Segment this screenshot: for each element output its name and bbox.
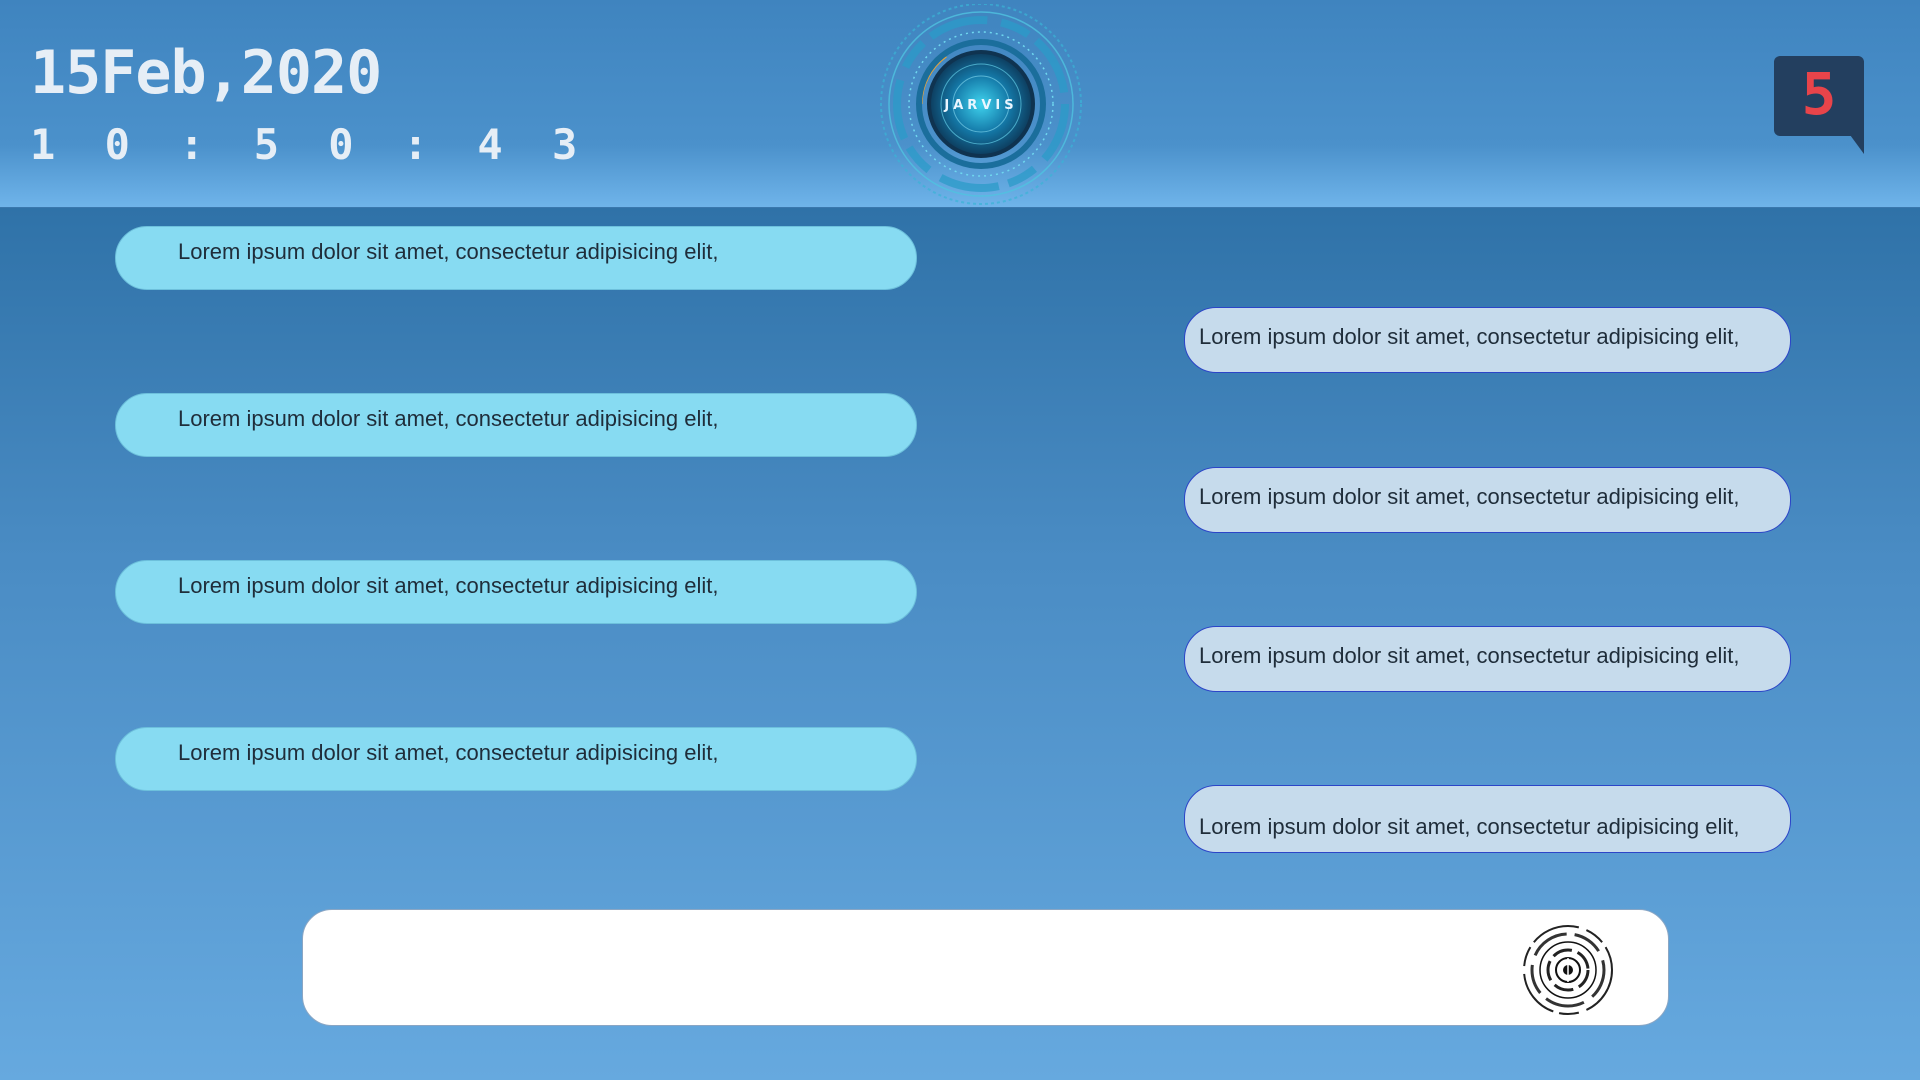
message-input[interactable] xyxy=(302,909,1669,1026)
message-bubble-bot: Lorem ipsum dolor sit amet, consectetur … xyxy=(115,727,917,791)
clock-display: 1 0 : 5 0 : 4 3 xyxy=(30,120,590,169)
jarvis-logo[interactable]: JARVIS xyxy=(876,3,1086,210)
message-bubble-user: Lorem ipsum dolor sit amet, consectetur … xyxy=(1184,626,1791,692)
logo-label: JARVIS xyxy=(944,98,1018,113)
message-bubble-user: Lorem ipsum dolor sit amet, consectetur … xyxy=(1184,785,1791,853)
message-bubble-bot: Lorem ipsum dolor sit amet, consectetur … xyxy=(115,393,917,457)
date-display: 15Feb,2020 xyxy=(30,38,382,108)
message-bubble-bot: Lorem ipsum dolor sit amet, consectetur … xyxy=(115,226,917,290)
header-bar: 15Feb,2020 1 0 : 5 0 : 4 3 JARVIS 5 xyxy=(0,0,1920,208)
message-bubble-user: Lorem ipsum dolor sit amet, consectetur … xyxy=(1184,467,1791,533)
mic-icon xyxy=(1523,925,1613,1015)
message-bubble-bot: Lorem ipsum dolor sit amet, consectetur … xyxy=(115,560,917,624)
badge-tail xyxy=(1842,124,1864,154)
notification-count: 5 xyxy=(1801,60,1837,128)
message-bubble-user: Lorem ipsum dolor sit amet, consectetur … xyxy=(1184,307,1791,373)
mic-button[interactable] xyxy=(1520,922,1616,1018)
